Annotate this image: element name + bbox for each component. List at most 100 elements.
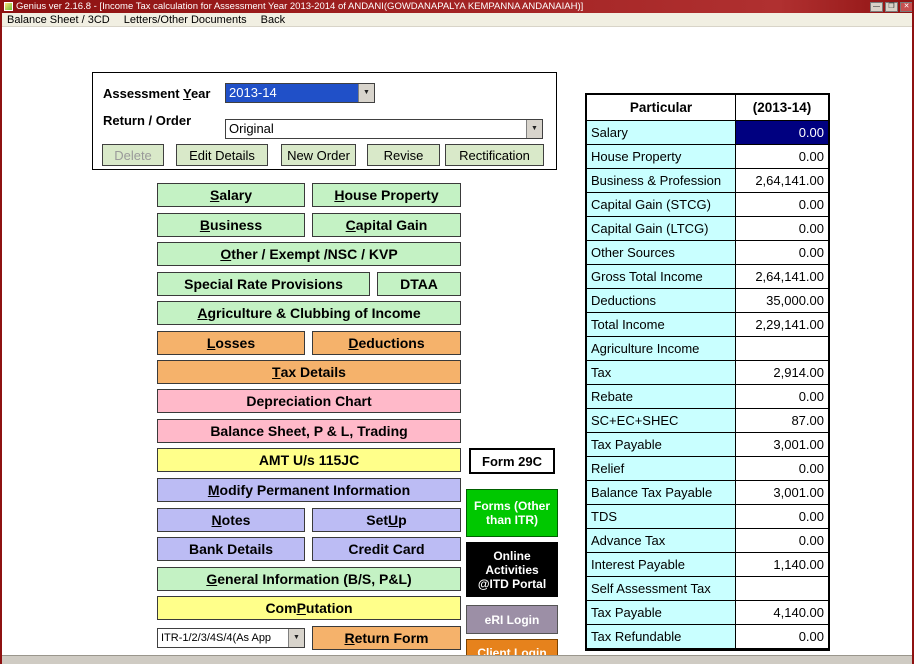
- value-cell[interactable]: 2,64,141.00: [736, 169, 828, 193]
- online-activities-itd-portal-button[interactable]: Online Activities @ITD Portal: [466, 542, 558, 597]
- business-button[interactable]: Business: [157, 213, 305, 237]
- chevron-down-icon[interactable]: ▼: [526, 120, 542, 138]
- capital-gain-button[interactable]: Capital Gain: [312, 213, 461, 237]
- edit-details-button[interactable]: Edit Details: [176, 144, 268, 166]
- particular-cell[interactable]: Tax Refundable: [587, 625, 736, 649]
- value-cell[interactable]: 0.00: [736, 121, 828, 145]
- revise-button[interactable]: Revise: [367, 144, 440, 166]
- particular-cell[interactable]: Salary: [587, 121, 736, 145]
- chevron-down-icon[interactable]: ▼: [288, 629, 304, 647]
- assessment-year-select[interactable]: 2013-14 ▼: [225, 83, 375, 103]
- menu-bar: Balance Sheet / 3CD Letters/Other Docume…: [2, 13, 914, 27]
- menu-letters-other-documents[interactable]: Letters/Other Documents: [124, 14, 247, 26]
- return-order-value: Original: [226, 120, 526, 138]
- summary-table-header: Particular (2013-14): [587, 95, 828, 121]
- value-cell[interactable]: 0.00: [736, 529, 828, 553]
- computation-button[interactable]: ComPutation: [157, 596, 461, 620]
- amt-115jc-button[interactable]: AMT U/s 115JC: [157, 448, 461, 472]
- house-property-button[interactable]: House Property: [312, 183, 461, 207]
- header-particular: Particular: [587, 95, 736, 121]
- tax-details-button[interactable]: Tax Details: [157, 360, 461, 384]
- minimize-button[interactable]: —: [870, 2, 883, 12]
- particular-cell[interactable]: TDS: [587, 505, 736, 529]
- table-row: House Property 0.00: [587, 145, 828, 169]
- value-cell[interactable]: 2,64,141.00: [736, 265, 828, 289]
- form-29c-button[interactable]: Form 29C: [469, 448, 555, 474]
- particular-cell[interactable]: Tax Payable: [587, 433, 736, 457]
- general-information-button[interactable]: General Information (B/S, P&L): [157, 567, 461, 591]
- notes-button[interactable]: Notes: [157, 508, 305, 532]
- value-cell[interactable]: 0.00: [736, 241, 828, 265]
- special-rate-provisions-button[interactable]: Special Rate Provisions: [157, 272, 370, 296]
- value-cell[interactable]: 0.00: [736, 457, 828, 481]
- particular-cell[interactable]: Total Income: [587, 313, 736, 337]
- value-cell[interactable]: 3,001.00: [736, 433, 828, 457]
- value-cell[interactable]: 2,29,141.00: [736, 313, 828, 337]
- salary-button[interactable]: Salary: [157, 183, 305, 207]
- value-cell[interactable]: 4,140.00: [736, 601, 828, 625]
- credit-card-button[interactable]: Credit Card: [312, 537, 461, 561]
- particular-cell[interactable]: Self Assessment Tax: [587, 577, 736, 601]
- value-cell[interactable]: 0.00: [736, 217, 828, 241]
- value-cell[interactable]: 87.00: [736, 409, 828, 433]
- particular-cell[interactable]: House Property: [587, 145, 736, 169]
- table-row: Other Sources 0.00: [587, 241, 828, 265]
- summary-table: Particular (2013-14) Salary 0.00 House P…: [585, 93, 830, 651]
- value-cell[interactable]: 0.00: [736, 625, 828, 649]
- rectification-button[interactable]: Rectification: [445, 144, 544, 166]
- particular-cell[interactable]: Balance Tax Payable: [587, 481, 736, 505]
- particular-cell[interactable]: SC+EC+SHEC: [587, 409, 736, 433]
- table-row: Salary 0.00: [587, 121, 828, 145]
- value-cell[interactable]: 1,140.00: [736, 553, 828, 577]
- return-form-button[interactable]: Return Form: [312, 626, 461, 650]
- particular-cell[interactable]: Tax Payable: [587, 601, 736, 625]
- maximize-button[interactable]: ❐: [885, 2, 898, 12]
- value-cell[interactable]: [736, 337, 828, 361]
- menu-balance-sheet-3cd[interactable]: Balance Sheet / 3CD: [7, 14, 110, 26]
- value-cell[interactable]: 0.00: [736, 505, 828, 529]
- depreciation-chart-button[interactable]: Depreciation Chart: [157, 389, 461, 413]
- deductions-button[interactable]: Deductions: [312, 331, 461, 355]
- itr-form-select[interactable]: ITR-1/2/3/4S/4(As App ▼: [157, 628, 305, 648]
- value-cell[interactable]: 0.00: [736, 385, 828, 409]
- modify-permanent-information-button[interactable]: Modify Permanent Information: [157, 478, 461, 502]
- table-row: Capital Gain (LTCG) 0.00: [587, 217, 828, 241]
- value-cell[interactable]: 0.00: [736, 145, 828, 169]
- table-row: Total Income 2,29,141.00: [587, 313, 828, 337]
- delete-button[interactable]: Delete: [102, 144, 164, 166]
- table-row: Tax Payable 3,001.00: [587, 433, 828, 457]
- particular-cell[interactable]: Other Sources: [587, 241, 736, 265]
- particular-cell[interactable]: Business & Profession: [587, 169, 736, 193]
- particular-cell[interactable]: Interest Payable: [587, 553, 736, 577]
- close-button[interactable]: ✕: [900, 2, 913, 12]
- particular-cell[interactable]: Relief: [587, 457, 736, 481]
- new-order-button[interactable]: New Order: [281, 144, 356, 166]
- particular-cell[interactable]: Tax: [587, 361, 736, 385]
- value-cell[interactable]: [736, 577, 828, 601]
- particular-cell[interactable]: Capital Gain (STCG): [587, 193, 736, 217]
- setup-button[interactable]: SetUp: [312, 508, 461, 532]
- particular-cell[interactable]: Capital Gain (LTCG): [587, 217, 736, 241]
- table-row: Gross Total Income 2,64,141.00: [587, 265, 828, 289]
- eri-login-button[interactable]: eRI Login: [466, 605, 558, 634]
- value-cell[interactable]: 35,000.00: [736, 289, 828, 313]
- value-cell[interactable]: 2,914.00: [736, 361, 828, 385]
- dtaa-button[interactable]: DTAA: [377, 272, 461, 296]
- particular-cell[interactable]: Agriculture Income: [587, 337, 736, 361]
- forms-other-than-itr-button[interactable]: Forms (Other than ITR): [466, 489, 558, 537]
- particular-cell[interactable]: Advance Tax: [587, 529, 736, 553]
- return-order-select[interactable]: Original ▼: [225, 119, 543, 139]
- value-cell[interactable]: 0.00: [736, 193, 828, 217]
- balance-sheet-pl-trading-button[interactable]: Balance Sheet, P & L, Trading: [157, 419, 461, 443]
- chevron-down-icon[interactable]: ▼: [358, 84, 374, 102]
- particular-cell[interactable]: Deductions: [587, 289, 736, 313]
- particular-cell[interactable]: Gross Total Income: [587, 265, 736, 289]
- other-exempt-nsc-kvp-button[interactable]: Other / Exempt /NSC / KVP: [157, 242, 461, 266]
- particular-cell[interactable]: Rebate: [587, 385, 736, 409]
- value-cell[interactable]: 3,001.00: [736, 481, 828, 505]
- menu-back[interactable]: Back: [261, 14, 285, 26]
- assessment-year-value: 2013-14: [226, 84, 358, 102]
- bank-details-button[interactable]: Bank Details: [157, 537, 305, 561]
- losses-button[interactable]: Losses: [157, 331, 305, 355]
- agriculture-clubbing-button[interactable]: Agriculture & Clubbing of Income: [157, 301, 461, 325]
